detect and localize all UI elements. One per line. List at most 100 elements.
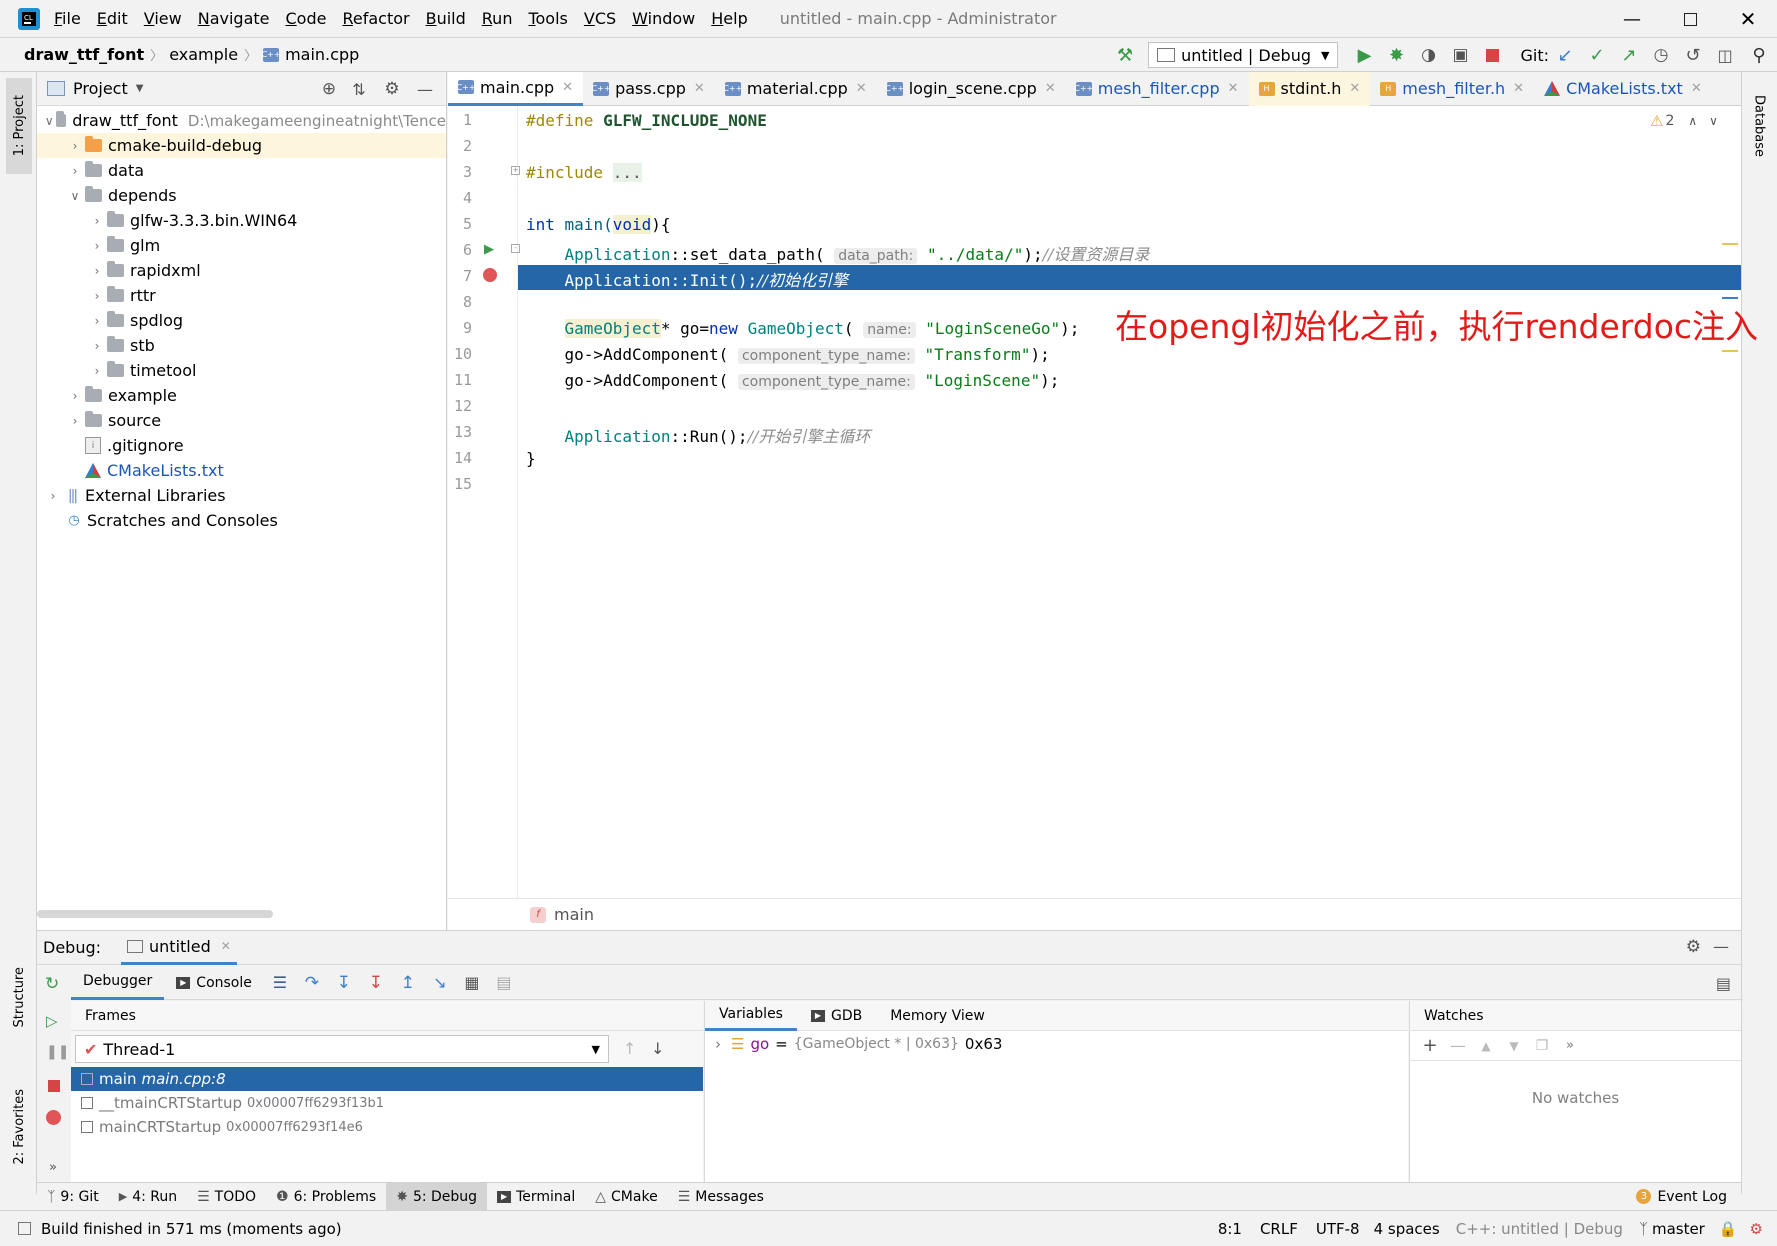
breadcrumb-file[interactable]: main.cpp	[285, 45, 359, 64]
close-window-button[interactable]: ✕	[1719, 0, 1777, 38]
tree-item-cmakelists[interactable]: CMakeLists.txt	[37, 458, 446, 483]
breadcrumb-project[interactable]: draw_ttf_font	[24, 45, 144, 64]
menu-refactor[interactable]: Refactor	[342, 9, 409, 28]
profile-icon[interactable]: ▣	[1444, 45, 1476, 65]
folded-region[interactable]: ...	[612, 163, 642, 182]
step-over-icon[interactable]: ↷	[296, 973, 328, 993]
debug-bug-icon[interactable]: ✸	[1380, 45, 1412, 66]
file-encoding[interactable]: UTF-8	[1316, 1220, 1360, 1238]
rerun-icon[interactable]: ↻	[45, 974, 59, 994]
chevron-right-icon[interactable]: ›	[87, 289, 107, 303]
trace-stream-icon[interactable]: ▤	[488, 973, 520, 992]
chevron-right-icon[interactable]: ›	[43, 489, 63, 503]
debug-session-tab[interactable]: untitled ✕	[121, 931, 237, 965]
more-icon[interactable]: »	[49, 1160, 57, 1175]
caret-position[interactable]: 8:1	[1218, 1220, 1242, 1238]
git-commit-icon[interactable]: ✓	[1581, 45, 1613, 66]
tab-mesh-filter-h[interactable]: H mesh_filter.h ✕	[1370, 72, 1534, 106]
run-config-selector[interactable]: untitled | Debug ▼	[1148, 42, 1339, 68]
coverage-icon[interactable]: ◑	[1412, 45, 1444, 65]
evaluate-expression-icon[interactable]: ▦	[456, 973, 488, 992]
git-branch[interactable]: master	[1652, 1220, 1705, 1238]
breadcrumb-function[interactable]: main	[554, 905, 594, 924]
arrow-up-icon[interactable]: ↑	[623, 1039, 636, 1058]
variable-row[interactable]: › ☰ go = {GameObject * | 0x63} 0x63	[705, 1031, 1408, 1057]
tree-item-stb[interactable]: › stb	[37, 333, 446, 358]
minimize-button[interactable]: —	[1603, 0, 1661, 38]
tab-pass-cpp[interactable]: C++ pass.cpp ✕	[583, 72, 715, 106]
move-down-icon[interactable]: ▼	[1500, 1039, 1528, 1053]
remove-watch-icon[interactable]: —	[1444, 1036, 1472, 1055]
tab-variables[interactable]: Variables	[705, 1001, 797, 1031]
chevron-right-icon[interactable]: ›	[715, 1035, 721, 1053]
menu-build[interactable]: Build	[426, 9, 466, 28]
git-push-icon[interactable]: ↗	[1613, 45, 1645, 66]
close-tab-icon[interactable]: ✕	[1228, 81, 1239, 96]
toolwindow-terminal[interactable]: ▶ Terminal	[487, 1183, 585, 1211]
tree-item-gitignore[interactable]: i .gitignore	[37, 433, 446, 458]
lock-icon[interactable]: 🔒	[1719, 1220, 1738, 1238]
run-to-cursor-icon[interactable]: ↘	[424, 973, 456, 992]
menu-help[interactable]: Help	[711, 9, 747, 28]
resolve-context[interactable]: C++: untitled | Debug	[1456, 1220, 1623, 1238]
tree-item-data[interactable]: › data	[37, 158, 446, 183]
maximize-button[interactable]	[1661, 0, 1719, 38]
run-icon[interactable]: ▶	[1348, 45, 1380, 66]
tree-item-source[interactable]: › source	[37, 408, 446, 433]
tree-item-timetool[interactable]: › timetool	[37, 358, 446, 383]
tree-item-glm[interactable]: › glm	[37, 233, 446, 258]
show-execution-point-icon[interactable]: ☰	[264, 973, 296, 992]
database-tool-tab[interactable]: Database	[1746, 78, 1772, 174]
frame-item[interactable]: mainCRTStartup 0x00007ff6293f14e6	[71, 1115, 703, 1139]
event-log[interactable]: 3 Event Log	[1636, 1183, 1727, 1211]
error-stripe-mark[interactable]	[1722, 297, 1738, 299]
project-structure-icon[interactable]: ◫	[1709, 46, 1741, 65]
tree-item-glfw[interactable]: › glfw-3.3.3.bin.WIN64	[37, 208, 446, 233]
error-stripe-mark[interactable]	[1722, 350, 1738, 352]
inspection-profile-icon[interactable]: ⚙	[1750, 1220, 1763, 1238]
gear-icon[interactable]: ⚙	[1686, 937, 1701, 957]
gear-icon[interactable]: ⚙	[374, 79, 410, 99]
frame-item[interactable]: __tmainCRTStartup 0x00007ff6293f13b1	[71, 1091, 703, 1115]
chevron-right-icon[interactable]: ›	[87, 264, 107, 278]
chevron-down-icon[interactable]: ∨	[1709, 114, 1718, 128]
hide-panel-icon[interactable]: —	[1713, 937, 1729, 956]
close-tab-icon[interactable]: ✕	[221, 939, 231, 953]
inspection-widget[interactable]: ⚠ 2 ∧ ∨	[1650, 112, 1718, 130]
toolwindow-debug[interactable]: ✸ 5: Debug	[386, 1182, 488, 1211]
tab-memory-view[interactable]: Memory View	[876, 1001, 999, 1031]
close-tab-icon[interactable]: ✕	[1349, 81, 1360, 96]
structure-tool-tab[interactable]: Structure	[6, 952, 32, 1042]
tree-item-depends[interactable]: ∨ depends	[37, 183, 446, 208]
chevron-right-icon[interactable]: ›	[65, 414, 85, 428]
tree-item-scratches[interactable]: ◷ Scratches and Consoles	[37, 508, 446, 533]
pause-icon[interactable]: ❚❚	[46, 1044, 69, 1060]
add-watch-icon[interactable]: +	[1416, 1035, 1444, 1056]
tab-material-cpp[interactable]: C++ material.cpp ✕	[715, 72, 877, 106]
tree-item-external-libraries[interactable]: › ||| External Libraries	[37, 483, 446, 508]
menu-file[interactable]: File	[54, 9, 81, 28]
close-tab-icon[interactable]: ✕	[694, 81, 705, 96]
close-tab-icon[interactable]: ✕	[1045, 81, 1056, 96]
move-up-icon[interactable]: ▲	[1472, 1039, 1500, 1053]
chevron-right-icon[interactable]: ›	[65, 389, 85, 403]
locate-crosshair-icon[interactable]: ⊕	[314, 79, 344, 99]
chevron-down-icon[interactable]: ▼	[136, 83, 144, 94]
run-gutter-icon[interactable]: ▶	[484, 242, 494, 257]
chevron-right-icon[interactable]: ›	[87, 364, 107, 378]
toolwindow-cmake[interactable]: △ CMake	[585, 1183, 667, 1211]
search-icon[interactable]: ⚲	[1741, 45, 1777, 66]
layout-settings-icon[interactable]: ▤	[1716, 974, 1731, 993]
horizontal-scrollbar[interactable]	[37, 910, 273, 918]
toolwindow-problems[interactable]: ❶ 6: Problems	[266, 1183, 386, 1211]
rollback-icon[interactable]: ↺	[1677, 45, 1709, 66]
frame-item[interactable]: main main.cpp:8	[71, 1067, 703, 1091]
stop-icon[interactable]	[48, 1080, 60, 1092]
build-hammer-icon[interactable]: ⚒	[1112, 45, 1138, 66]
more-icon[interactable]: »	[1556, 1038, 1584, 1053]
chevron-up-icon[interactable]: ∧	[1688, 114, 1697, 128]
fold-icon[interactable]: -	[511, 244, 520, 253]
tab-main-cpp[interactable]: C++ main.cpp ✕	[448, 71, 584, 106]
tab-console[interactable]: ▶ Console	[164, 966, 264, 1000]
error-stripe-mark[interactable]	[1722, 243, 1738, 245]
